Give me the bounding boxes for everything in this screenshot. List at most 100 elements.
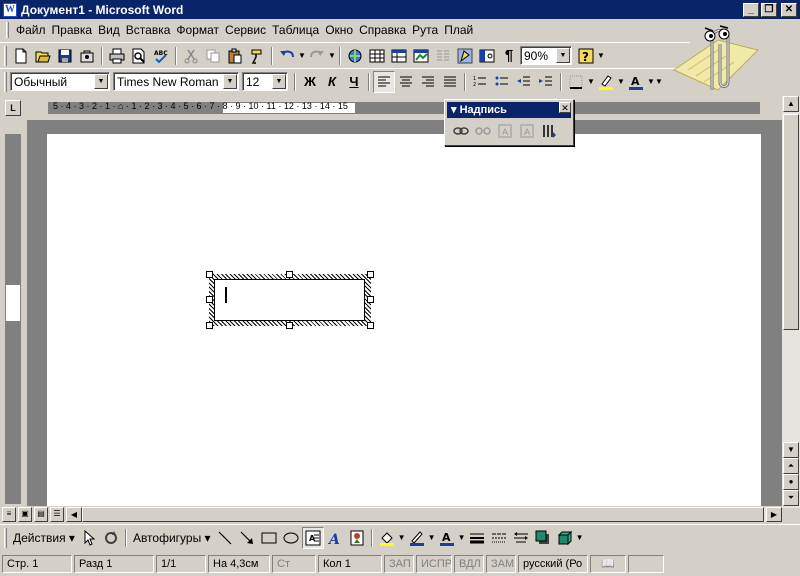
toolbar-grip[interactable] [4,45,7,66]
free-rotate-icon[interactable] [100,527,122,549]
menu-tools[interactable]: Сервис [222,21,269,39]
font-color-icon[interactable]: A [436,527,458,549]
close-icon[interactable]: ✕ [559,102,571,113]
break-link-icon[interactable] [472,120,494,142]
fill-color-dropdown-icon[interactable]: ▼ [398,527,406,549]
resize-handle[interactable] [367,322,374,329]
justify-icon[interactable] [439,71,461,93]
bullets-icon[interactable] [491,71,513,93]
format-painter-icon[interactable] [246,45,268,67]
scroll-up-button[interactable]: ▲ [783,96,799,112]
resize-handle[interactable] [206,271,213,278]
actions-menu[interactable]: Действия ▾ [10,531,78,545]
toolbar-grip[interactable] [4,527,7,548]
menu-file[interactable]: Файл [13,21,49,39]
redo-icon[interactable] [306,45,328,67]
resize-handle[interactable] [367,296,374,303]
previous-page-button[interactable]: ⏶ [783,458,799,474]
line-style-icon[interactable] [466,527,488,549]
menu-edit[interactable]: Правка [49,21,96,39]
dash-style-icon[interactable] [488,527,510,549]
menu-help[interactable]: Справка [356,21,409,39]
fill-color-icon[interactable] [376,527,398,549]
tables-borders-icon[interactable] [366,45,388,67]
rectangle-icon[interactable] [258,527,280,549]
next-textbox-icon[interactable]: A [516,120,538,142]
horizontal-scrollbar[interactable]: ◀ ▶ [66,507,782,522]
chevron-down-icon[interactable]: ▼ [556,48,570,63]
toolbar-grip[interactable] [4,71,7,92]
vertical-ruler[interactable] [5,134,21,504]
line-color-icon[interactable] [406,527,428,549]
undo-icon[interactable] [276,45,298,67]
style-combo[interactable]: Обычный ▼ [10,72,110,91]
line-icon[interactable] [214,527,236,549]
resize-handle[interactable] [286,322,293,329]
link-textbox-icon[interactable] [450,120,472,142]
save-icon[interactable] [54,45,76,67]
oval-icon[interactable] [280,527,302,549]
status-extend[interactable]: ВДЛ [454,554,484,573]
restore-button[interactable]: ❐ [761,2,777,17]
insert-table-icon[interactable] [388,45,410,67]
scroll-right-button[interactable]: ▶ [766,507,782,522]
textbox-toolbar-title-bar[interactable]: ▾ Надпись [447,102,571,118]
borders-dropdown-icon[interactable]: ▼ [587,71,595,93]
arrow-icon[interactable] [236,527,258,549]
menu-view[interactable]: Вид [95,21,123,39]
previous-textbox-icon[interactable]: A [494,120,516,142]
highlight-dropdown-icon[interactable]: ▼ [617,71,625,93]
scroll-left-button[interactable]: ◀ [66,507,82,522]
borders-icon[interactable] [565,71,587,93]
copy-icon[interactable] [202,45,224,67]
show-hide-paragraph-icon[interactable]: ¶ [498,45,520,67]
close-button[interactable]: ✕ [781,2,797,17]
align-left-icon[interactable] [373,70,395,93]
shadow-icon[interactable] [532,527,554,549]
text-box-content[interactable] [214,279,365,321]
wordart-icon[interactable]: A [324,527,346,549]
arrow-style-icon[interactable] [510,527,532,549]
menu-table[interactable]: Таблица [269,21,322,39]
3d-icon[interactable] [554,527,576,549]
status-record-macro[interactable]: ЗАП [384,554,414,573]
toolbar-options-dropdown-icon[interactable]: ▼ [576,527,584,549]
underline-button[interactable]: Ч [343,71,365,93]
horizontal-scroll-thumb[interactable] [82,507,764,522]
help-icon[interactable]: ? [575,45,597,67]
document-page[interactable] [47,134,761,506]
text-direction-icon[interactable] [538,120,560,142]
vertical-scrollbar[interactable]: ▲ ▼ ⏶ ● ⏷ [782,96,800,508]
autoshapes-menu[interactable]: Автофигуры ▾ [130,531,214,545]
text-box[interactable] [206,271,374,329]
resize-handle[interactable] [286,271,293,278]
toolbar-options-dropdown-icon[interactable]: ▼ [597,45,605,67]
normal-view-button[interactable]: ≡ [2,507,16,522]
office-assistant-clippy[interactable] [668,14,760,100]
font-color-icon[interactable]: A [625,71,647,93]
resize-handle[interactable] [206,296,213,303]
chevron-down-icon[interactable]: ▼ [272,74,286,89]
line-color-dropdown-icon[interactable]: ▼ [428,527,436,549]
outline-view-button[interactable]: ☰ [50,507,64,522]
scroll-down-button[interactable]: ▼ [783,442,799,458]
align-right-icon[interactable] [417,71,439,93]
text-box-icon[interactable]: A [301,526,324,549]
web-layout-button[interactable]: ▣ [18,507,32,522]
columns-icon[interactable] [432,45,454,67]
zoom-combo[interactable]: 90% ▼ [520,46,572,65]
print-icon[interactable] [106,45,128,67]
paste-icon[interactable] [224,45,246,67]
decrease-indent-icon[interactable] [513,71,535,93]
menu-insert[interactable]: Вставка [123,21,174,39]
tab-selector-button[interactable]: L [5,100,21,116]
menu-plai[interactable]: Плай [441,21,476,39]
drawing-icon[interactable] [454,45,476,67]
font-size-combo[interactable]: 12 ▼ [242,72,288,91]
bold-button[interactable]: Ж [299,71,321,93]
font-color-dropdown-icon[interactable]: ▼ [458,527,466,549]
status-overtype[interactable]: ЗАМ [486,554,516,573]
cut-icon[interactable] [180,45,202,67]
word-app-icon[interactable]: W [3,2,17,17]
print-preview-icon[interactable] [128,45,150,67]
